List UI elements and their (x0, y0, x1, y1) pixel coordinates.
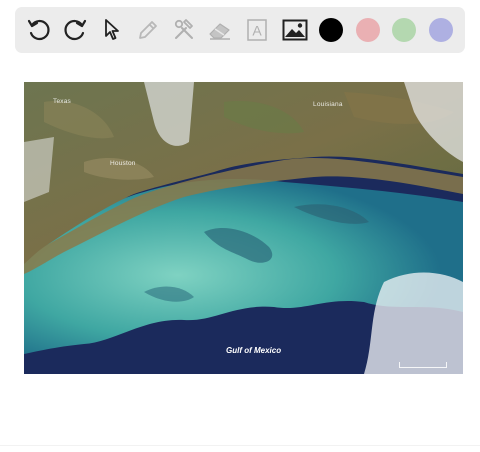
divider (0, 445, 480, 446)
toolbar: A (15, 7, 465, 53)
color-swatch-pink[interactable] (356, 18, 380, 42)
select-tool-button[interactable] (97, 15, 127, 45)
map-label-houston: Houston (110, 160, 136, 167)
tools-icon (174, 19, 193, 39)
color-swatch-lavender[interactable] (429, 18, 453, 42)
pencil-tool-button[interactable] (133, 15, 163, 45)
redo-icon (64, 19, 87, 41)
pencil-icon (139, 21, 157, 39)
image-icon (282, 19, 308, 41)
undo-button[interactable] (24, 15, 54, 45)
color-swatch-black[interactable] (319, 18, 343, 42)
undo-icon (27, 19, 50, 41)
image-tool-button[interactable] (280, 15, 310, 45)
select-pointer-icon (105, 19, 119, 40)
satellite-image (24, 82, 463, 374)
eraser-icon (209, 23, 230, 40)
tools-button[interactable] (169, 15, 199, 45)
text-tool-button[interactable]: A (242, 15, 272, 45)
text-icon: A (247, 19, 267, 41)
scale-bar (399, 362, 447, 368)
redo-button[interactable] (60, 15, 90, 45)
map-label-gulf: Gulf of Mexico (226, 346, 282, 355)
canvas-image[interactable]: Texas Louisiana Houston Gulf of Mexico (24, 82, 463, 374)
map-label-texas: Texas (53, 98, 71, 105)
color-swatch-green[interactable] (392, 18, 416, 42)
eraser-tool-button[interactable] (205, 15, 235, 45)
map-label-louisiana: Louisiana (313, 101, 343, 108)
svg-text:A: A (252, 23, 262, 39)
